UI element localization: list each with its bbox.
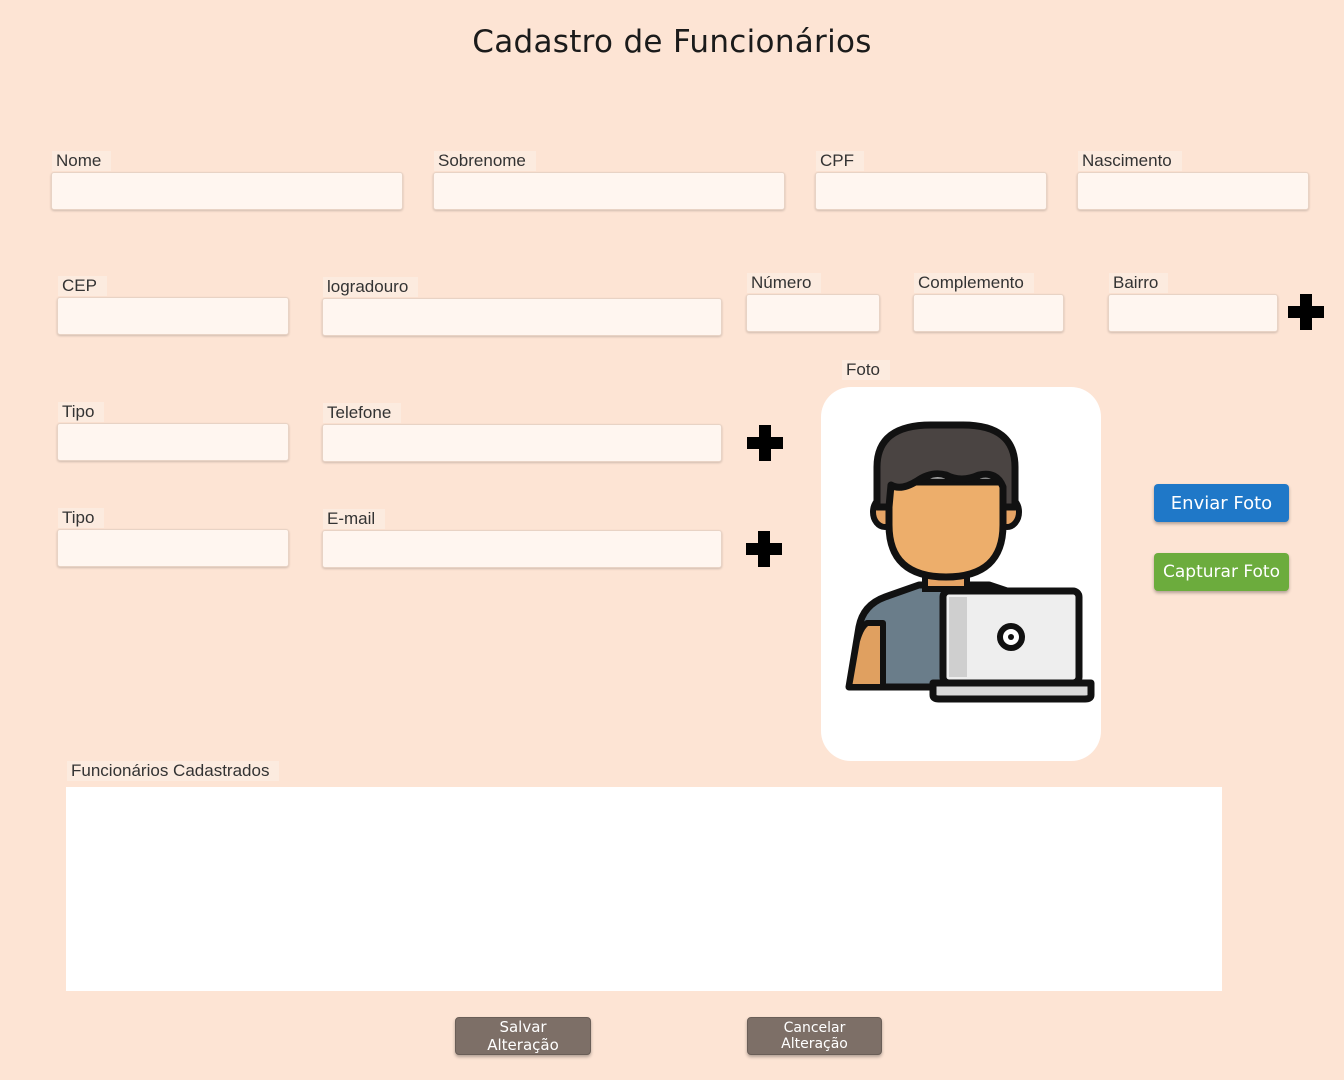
nome-label: Nome: [52, 151, 112, 171]
capture-photo-button[interactable]: Capturar Foto: [1154, 553, 1289, 591]
logradouro-input[interactable]: [322, 298, 722, 336]
cep-input[interactable]: [57, 297, 289, 335]
send-photo-button[interactable]: Enviar Foto: [1154, 484, 1289, 522]
numero-label: Número: [747, 273, 822, 293]
tipo-email-label: Tipo: [58, 508, 105, 528]
nome-input[interactable]: [51, 172, 403, 210]
bairro-label: Bairro: [1109, 273, 1169, 293]
tipo-telefone-input[interactable]: [57, 423, 289, 461]
bairro-input[interactable]: [1108, 294, 1278, 332]
cpf-input[interactable]: [815, 172, 1047, 210]
cancel-changes-button[interactable]: Cancelar Alteração: [747, 1017, 882, 1055]
cep-label: CEP: [58, 276, 107, 296]
photo-frame: [821, 387, 1101, 761]
numero-input[interactable]: [746, 294, 880, 332]
complemento-label: Complemento: [914, 273, 1034, 293]
employees-list-label: Funcionários Cadastrados: [67, 761, 280, 781]
complemento-input[interactable]: [913, 294, 1064, 332]
tipo-email-input[interactable]: [57, 529, 289, 567]
nascimento-input[interactable]: [1077, 172, 1309, 210]
logradouro-label: logradouro: [323, 277, 419, 297]
telefone-label: Telefone: [323, 403, 402, 423]
page-title: Cadastro de Funcionários: [472, 24, 872, 60]
sobrenome-label: Sobrenome: [434, 151, 536, 171]
foto-label: Foto: [842, 360, 891, 380]
tipo-telefone-label: Tipo: [58, 402, 105, 422]
employee-with-laptop-icon: [845, 421, 1095, 703]
add-email-plus-icon[interactable]: [746, 531, 782, 567]
add-bairro-plus-icon[interactable]: [1288, 294, 1324, 330]
email-label: E-mail: [323, 509, 386, 529]
save-changes-button[interactable]: Salvar Alteração: [455, 1017, 591, 1055]
employees-list[interactable]: [66, 787, 1222, 991]
email-input[interactable]: [322, 530, 722, 568]
cpf-label: CPF: [816, 151, 864, 171]
nascimento-label: Nascimento: [1078, 151, 1182, 171]
sobrenome-input[interactable]: [433, 172, 785, 210]
add-telefone-plus-icon[interactable]: [747, 425, 783, 461]
telefone-input[interactable]: [322, 424, 722, 462]
